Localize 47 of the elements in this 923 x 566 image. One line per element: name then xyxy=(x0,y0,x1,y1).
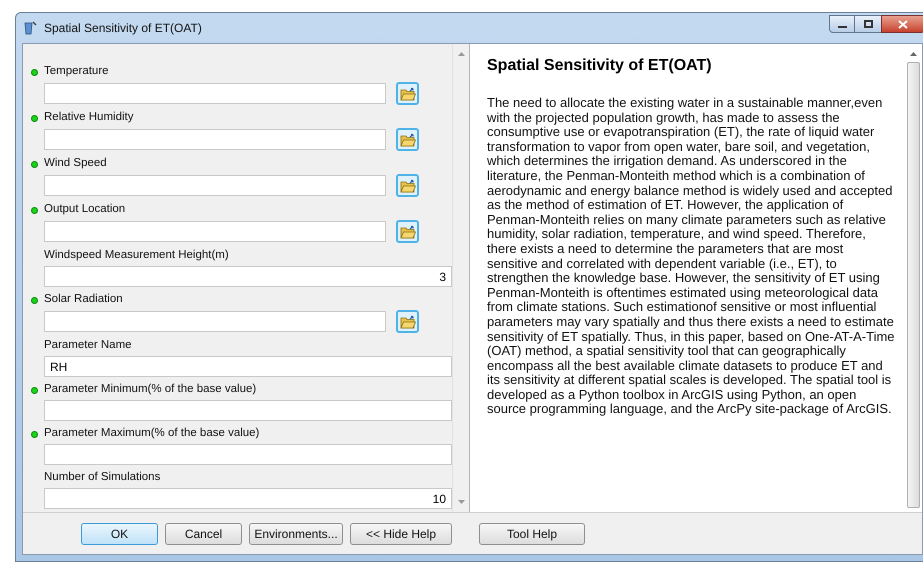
dialog-button[interactable]: << Hide Help xyxy=(350,522,452,544)
field-label: Relative Humidity xyxy=(44,112,134,124)
help-text: The need to allocate the existing water in a sustainable manner,even with the projected population growth, has made to assess the consumptive use or evapotranspiration (ET), the rate of liquid water transformation to vapor from open water, bare soil, and vegetation, which determines the irrigation demand. As underscored in the literature, the Penman-Monteith method which is a combination of aerodynamic and energy balance method is widely used and accepted as the method of estimation of ET. However, the application of Penman-Monteith relies on many climate parameters such as relative humidity, solar radiation, temperature, and wind speed. Therefore, there exists a need to determine the parameters that are most sensitive and correlated with dependent variable (i.e., ET), to strengthen the knowledge base. However, the sensitivity of ET using Penman-Monteith is oftentimes estimated using meteorological data from climate stations. Such estimationof sensitive or most influential parameters may vary spatially and thus there exists a need to estimate sensitivity of ET spatially. Thus, in this paper, based on One-AT-A-Time (OAT) method, a spatial sensitivity tool that can geographically encompass all the best available climate datasets to produce ET and its sensitivity at different spatial scales is developed. The spatial tool is developed as a Python toolbox in ArcGIS using Python, an open source programming language, and the ArcPy site-package of ArcGIS. xyxy=(487,96,895,418)
field-label: Wind Speed xyxy=(44,158,107,170)
folder-icon xyxy=(400,314,416,328)
browse-button[interactable] xyxy=(396,128,419,151)
field-label: Parameter Name xyxy=(44,340,132,352)
browse-button[interactable] xyxy=(396,310,419,333)
field-label: Parameter Maximum(% of the base value) xyxy=(44,428,260,440)
help-title: Spatial Sensitivity of ET(OAT) xyxy=(487,56,713,76)
close-button[interactable] xyxy=(881,15,923,33)
input-field[interactable] xyxy=(44,83,386,104)
tool-icon xyxy=(22,20,38,36)
scroll-up-icon xyxy=(458,52,464,56)
field-label: Windspeed Measurement Height(m) xyxy=(44,250,229,262)
field-label: Parameter Minimum(% of the base value) xyxy=(44,384,256,396)
input-field[interactable] xyxy=(44,311,386,332)
scroll-up-icon xyxy=(910,52,917,56)
input-field[interactable]: 3 xyxy=(44,266,452,287)
folder-icon xyxy=(400,178,416,192)
input-field[interactable] xyxy=(44,221,386,242)
maximize-button[interactable] xyxy=(855,15,881,33)
browse-button[interactable] xyxy=(396,82,419,105)
field-label: Temperature xyxy=(44,66,109,78)
browse-button[interactable] xyxy=(396,220,419,243)
folder-icon xyxy=(400,224,416,238)
browse-button[interactable] xyxy=(396,174,419,197)
input-field[interactable] xyxy=(44,444,452,465)
scroll-thumb[interactable] xyxy=(907,62,920,508)
input-field[interactable] xyxy=(44,400,452,421)
close-icon xyxy=(898,20,908,28)
field-label: Number of Simulations xyxy=(44,472,160,484)
input-field[interactable]: 10 xyxy=(44,488,452,509)
scroll-down-icon xyxy=(458,500,464,504)
input-field[interactable] xyxy=(44,175,386,196)
dialog-button[interactable]: Tool Help xyxy=(479,522,585,544)
minimize-button[interactable] xyxy=(829,15,855,33)
dialog-button[interactable]: OK xyxy=(81,522,158,544)
folder-icon xyxy=(400,132,416,146)
input-field[interactable]: RH xyxy=(44,356,452,377)
window-title: Spatial Sensitivity of ET(OAT) xyxy=(44,20,202,37)
input-field[interactable] xyxy=(44,129,386,150)
dialog-button[interactable]: Environments... xyxy=(249,522,343,544)
field-label: Output Location xyxy=(44,204,126,216)
dialog-button[interactable]: Cancel xyxy=(165,522,242,544)
folder-icon xyxy=(400,86,416,100)
field-label: Solar Radiation xyxy=(44,294,123,306)
